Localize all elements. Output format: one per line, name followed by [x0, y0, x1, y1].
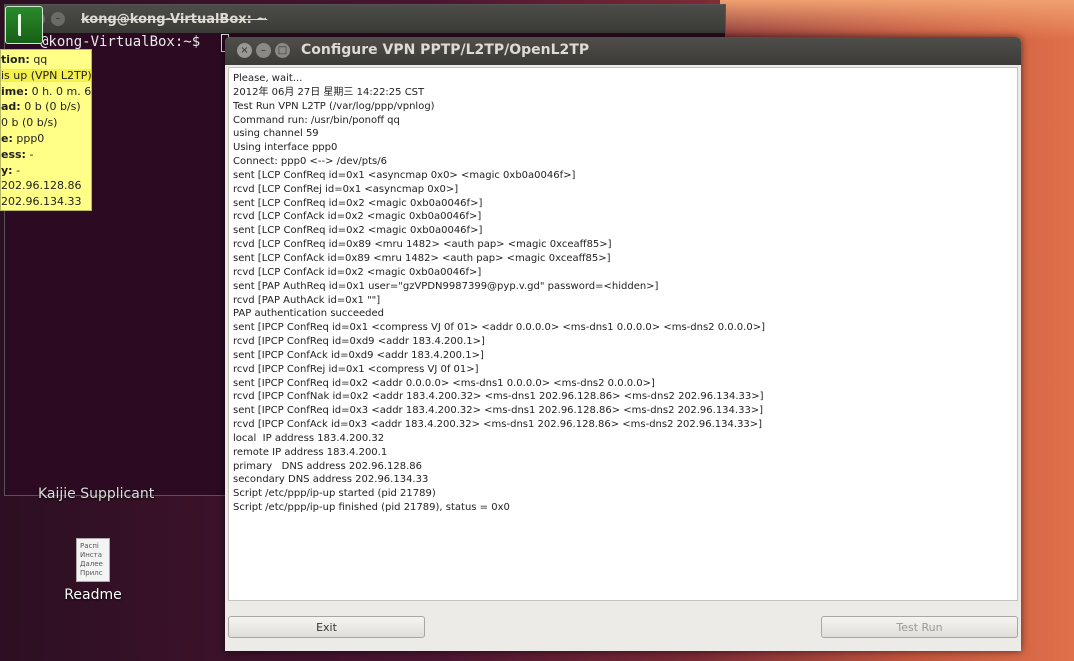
- log-lines: Please, wait... 2012年 06月 27日 星期三 14:22:2…: [233, 72, 765, 515]
- tooltip-row: ad: 0 b (0 b/s): [1, 100, 81, 113]
- log-line: rcvd [LCP ConfAck id=0x2 <magic 0xb0a004…: [233, 266, 482, 278]
- tooltip-row: ime: 0 h. 0 m. 6 s.: [1, 84, 92, 98]
- log-line: secondary DNS address 202.96.134.33: [233, 474, 429, 486]
- log-line: rcvd [LCP ConfRej id=0x1 <asyncmap 0x0>]: [233, 183, 459, 195]
- tooltip-key: ess:: [1, 147, 26, 161]
- log-line: rcvd [IPCP ConfReq id=0xd9 <addr 183.4.2…: [233, 336, 485, 348]
- log-line: sent [LCP ConfReq id=0x2 <magic 0xb0a004…: [233, 197, 483, 209]
- log-line: rcvd [PAP AuthAck id=0x1 ""]: [233, 294, 381, 306]
- log-line: rcvd [IPCP ConfAck id=0x3 <addr 183.4.20…: [233, 419, 763, 431]
- tooltip-value: qq: [33, 53, 48, 66]
- network-applet-icon[interactable]: [5, 6, 43, 44]
- tooltip-row: 0 b (0 b/s): [1, 116, 57, 129]
- desktop-glow: [720, 0, 1074, 40]
- dialog-titlebar[interactable]: × – □ Configure VPN PPTP/L2TP/OpenL2TP: [225, 37, 1021, 65]
- log-line: sent [PAP AuthReq id=0x1 user="gzVPDN998…: [233, 280, 659, 292]
- log-line: using channel 59: [233, 128, 319, 140]
- tooltip-row: tion: qq: [1, 53, 47, 66]
- log-line: sent [LCP ConfReq id=0x2 <magic 0xb0a004…: [233, 225, 483, 237]
- desktop-icon-readme[interactable]: Распі Инста Далее Прилс Readme: [62, 538, 124, 603]
- tooltip-value: -: [29, 147, 34, 161]
- tooltip-value: 0 b (0 b/s): [1, 116, 58, 130]
- log-line: local IP address 183.4.200.32: [233, 432, 385, 444]
- log-line: 2012年 06月 27日 星期三 14:22:25 CST: [233, 86, 425, 98]
- connection-tooltip: tion: qq is up (VPN L2TP) ime: 0 h. 0 m. 6…: [0, 49, 92, 211]
- log-line: rcvd [IPCP ConfRej id=0x1 <compress VJ 0…: [233, 363, 479, 375]
- log-line: rcvd [IPCP ConfNak id=0x2 <addr 183.4.20…: [233, 391, 764, 403]
- log-line: Please, wait...: [233, 73, 303, 84]
- tooltip-value: ppp0: [16, 132, 45, 145]
- log-line: sent [LCP ConfAck id=0x89 <mru 1482> <au…: [233, 252, 611, 264]
- tooltip-value: 0 h. 0 m. 6 s.: [31, 84, 92, 98]
- tooltip-value: 202.96.128.86: [1, 179, 82, 193]
- tooltip-row: e: ppp0: [1, 132, 44, 145]
- minimize-icon[interactable]: –: [256, 43, 271, 58]
- tooltip-value: 0 b (0 b/s): [24, 100, 81, 114]
- dialog-title: Configure VPN PPTP/L2TP/OpenL2TP: [301, 42, 590, 58]
- log-line: Connect: ppp0 <--> /dev/pts/6: [233, 156, 387, 168]
- tooltip-row: ess: -: [1, 148, 33, 161]
- vpn-config-dialog[interactable]: × – □ Configure VPN PPTP/L2TP/OpenL2TP P…: [225, 37, 1021, 651]
- maximize-icon[interactable]: □: [275, 43, 290, 58]
- log-line: Using interface ppp0: [233, 142, 338, 154]
- terminal-title: kong@kong-VirtualBox: ~: [81, 12, 268, 27]
- log-line: Test Run VPN L2TP (/var/log/ppp/vpnlog): [233, 100, 435, 112]
- tooltip-value: is up (VPN L2TP): [1, 68, 92, 82]
- tooltip-value: 202.96.134.33: [1, 195, 82, 209]
- log-line: rcvd [LCP ConfAck id=0x2 <magic 0xb0a004…: [233, 211, 482, 223]
- log-line: sent [IPCP ConfReq id=0x1 <compress VJ 0…: [233, 322, 765, 334]
- log-line: sent [IPCP ConfAck id=0xd9 <addr 183.4.2…: [233, 349, 484, 361]
- tooltip-key: ad:: [1, 100, 21, 114]
- tooltip-key: y:: [1, 163, 13, 177]
- log-line: PAP authentication succeeded: [233, 308, 385, 320]
- tooltip-row: 202.96.134.33: [1, 195, 81, 208]
- desktop-icon-label: Readme: [64, 587, 122, 603]
- log-line: Script /etc/ppp/ip-up started (pid 21789…: [233, 488, 436, 500]
- tooltip-row: y: -: [1, 164, 20, 177]
- test-run-button[interactable]: Test Run: [821, 616, 1018, 638]
- plant-icon: [18, 14, 33, 36]
- close-icon[interactable]: ×: [237, 43, 252, 58]
- minimize-icon[interactable]: –: [51, 12, 65, 26]
- tooltip-value: -: [16, 163, 21, 177]
- log-line: rcvd [LCP ConfReq id=0x89 <mru 1482> <au…: [233, 239, 612, 251]
- log-line: sent [LCP ConfReq id=0x1 <asyncmap 0x0> …: [233, 169, 576, 181]
- log-output[interactable]: Please, wait... 2012年 06月 27日 星期三 14:22:2…: [228, 67, 1018, 601]
- tooltip-key: e:: [1, 132, 13, 145]
- tooltip-row: 202.96.128.86: [1, 179, 81, 192]
- document-icon: Распі Инста Далее Прилс: [76, 538, 110, 582]
- tooltip-key: ime:: [1, 84, 29, 98]
- terminal-titlebar[interactable]: × – kong@kong-VirtualBox: ~: [5, 5, 725, 33]
- terminal-prompt: @kong-VirtualBox:~$: [40, 34, 201, 50]
- log-line: Command run: /usr/bin/ponoff qq: [233, 114, 400, 126]
- exit-button[interactable]: Exit: [228, 616, 425, 638]
- log-line: remote IP address 183.4.200.1: [233, 446, 388, 458]
- log-line: sent [IPCP ConfReq id=0x3 <addr 183.4.20…: [233, 405, 764, 417]
- tooltip-row: is up (VPN L2TP): [1, 68, 92, 82]
- desktop-icon-label-kaijie[interactable]: Kaijie Supplicant: [38, 486, 154, 502]
- tooltip-key: tion:: [1, 53, 30, 66]
- log-line: Script /etc/ppp/ip-up finished (pid 2178…: [233, 502, 510, 514]
- log-line: sent [IPCP ConfReq id=0x2 <addr 0.0.0.0>…: [233, 377, 655, 389]
- log-line: primary DNS address 202.96.128.86: [233, 460, 423, 472]
